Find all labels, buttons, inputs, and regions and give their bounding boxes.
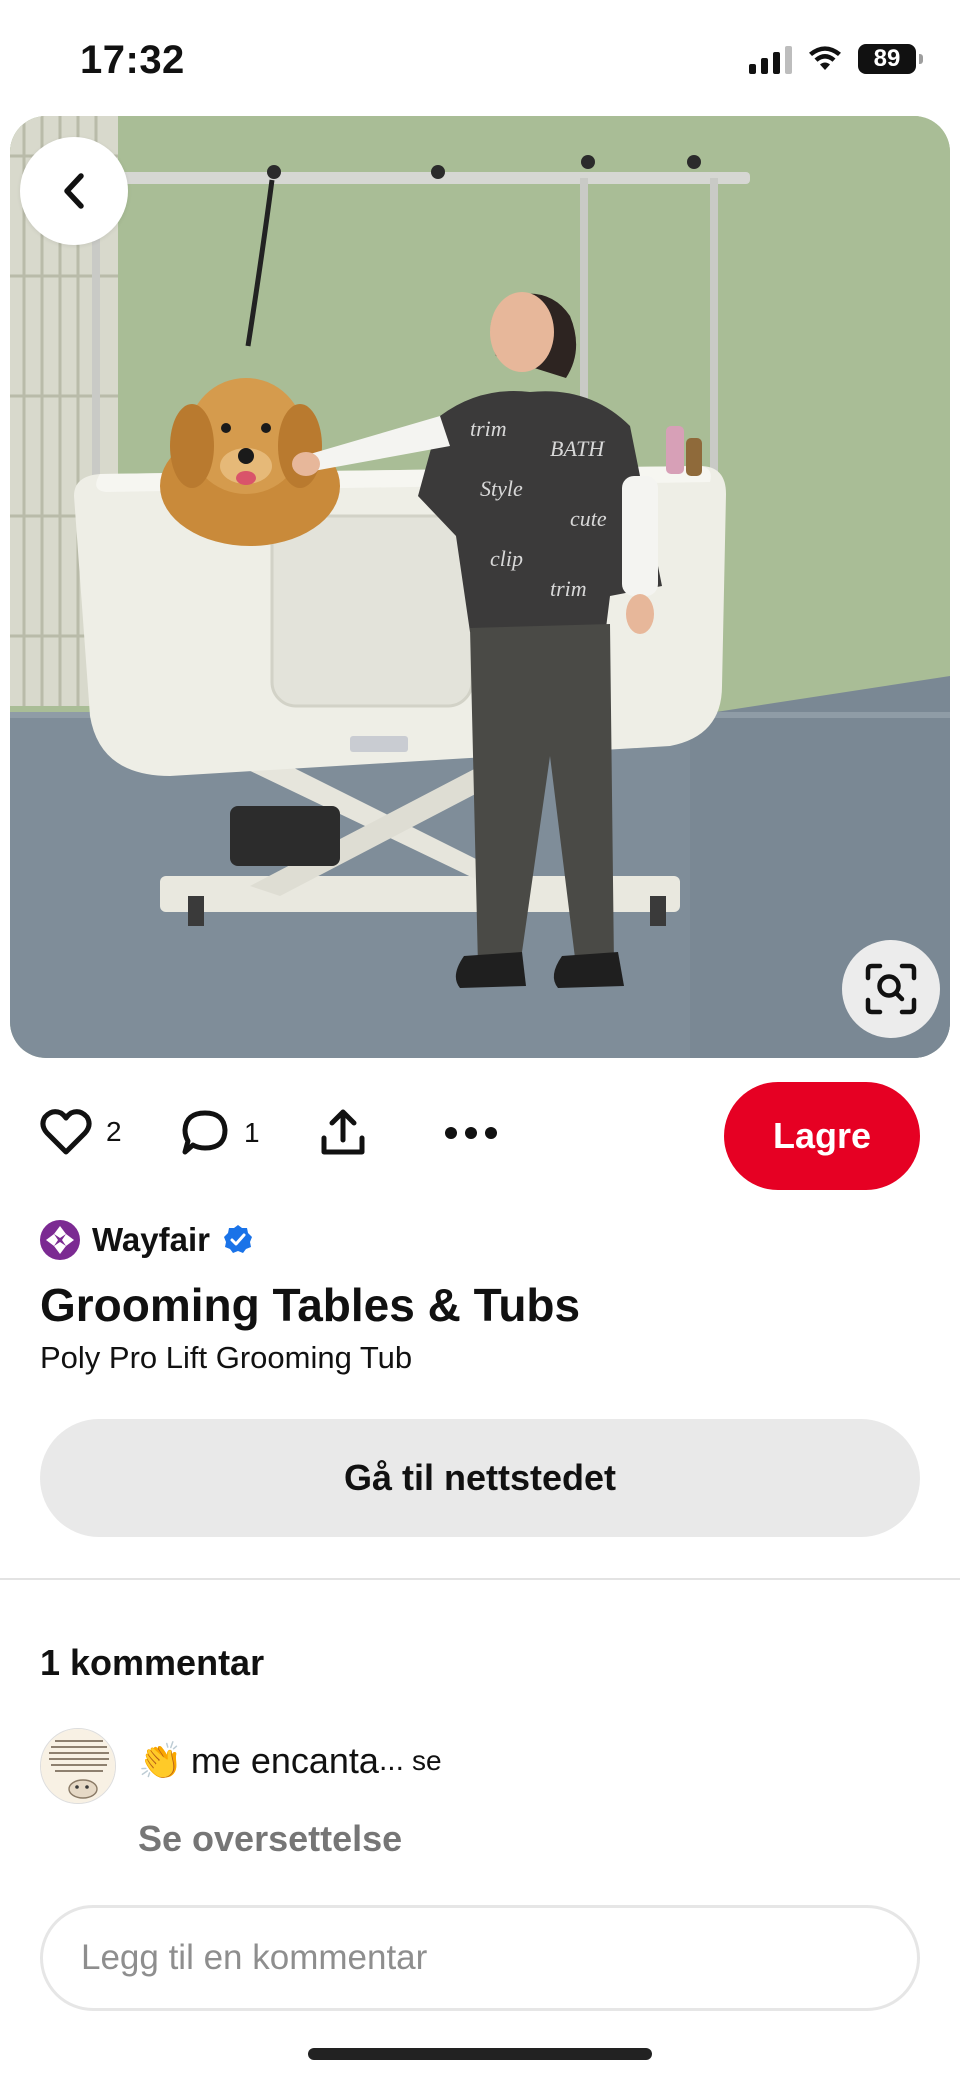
add-comment-input[interactable]	[40, 1905, 920, 2011]
visual-search-button[interactable]	[842, 940, 940, 1038]
comment-action[interactable]: 1	[180, 1108, 260, 1158]
pin-title: Grooming Tables & Tubs	[40, 1279, 581, 1331]
lens-search-icon	[865, 963, 917, 1015]
wifi-icon	[809, 46, 841, 70]
share-action[interactable]	[318, 1108, 368, 1158]
pin-image[interactable]: trim BATH Style cute clip trim	[10, 116, 950, 1058]
svg-text:BATH: BATH	[550, 436, 605, 461]
see-translation-link[interactable]: Se oversettelse	[138, 1818, 402, 1860]
svg-text:trim: trim	[550, 576, 587, 601]
grooming-tub-illustration: trim BATH Style cute clip trim	[10, 116, 950, 1058]
comment-bubble-icon	[182, 1110, 228, 1155]
section-divider	[0, 1578, 960, 1580]
comment-ellipsis: ...	[378, 1744, 404, 1777]
pin-source[interactable]: Wayfair	[40, 1220, 254, 1260]
battery-indicator: 89	[858, 44, 923, 74]
clapping-hands-icon: 👏	[138, 1740, 183, 1781]
avatar-image	[41, 1729, 115, 1803]
home-indicator	[308, 2048, 652, 2060]
source-name: Wayfair	[92, 1221, 210, 1258]
share-icon	[321, 1109, 365, 1155]
comment-text: me encanta	[190, 1740, 379, 1781]
back-button[interactable]	[20, 137, 128, 245]
more-options-action[interactable]	[444, 1108, 498, 1158]
cellular-signal-icon	[749, 44, 792, 74]
status-bar: 17:32 89	[0, 0, 960, 116]
status-icons: 89	[749, 44, 923, 74]
more-dots-icon	[445, 1127, 497, 1139]
svg-text:trim: trim	[470, 416, 507, 441]
svg-text:cute: cute	[570, 506, 607, 531]
comments-heading: 1 kommentar	[40, 1642, 265, 1683]
pin-subtitle: Poly Pro Lift Grooming Tub	[40, 1340, 413, 1375]
comment-body: 👏 me encanta... se	[138, 1740, 442, 1782]
like-count: 2	[106, 1116, 122, 1147]
svg-text:clip: clip	[490, 546, 523, 571]
wayfair-logo-icon	[40, 1220, 80, 1260]
like-action[interactable]: 2	[40, 1108, 122, 1156]
svg-text:Style: Style	[480, 476, 523, 501]
commenter-avatar[interactable]	[40, 1728, 116, 1804]
save-button[interactable]: Lagre	[724, 1082, 920, 1190]
heart-icon	[40, 1109, 92, 1155]
chevron-left-icon	[64, 173, 84, 209]
see-more-link[interactable]: se	[412, 1745, 442, 1777]
visit-site-button[interactable]: Gå til nettstedet	[40, 1419, 920, 1537]
status-time: 17:32	[80, 38, 185, 82]
verified-badge-icon	[223, 1225, 252, 1253]
comment-count: 1	[244, 1117, 260, 1148]
